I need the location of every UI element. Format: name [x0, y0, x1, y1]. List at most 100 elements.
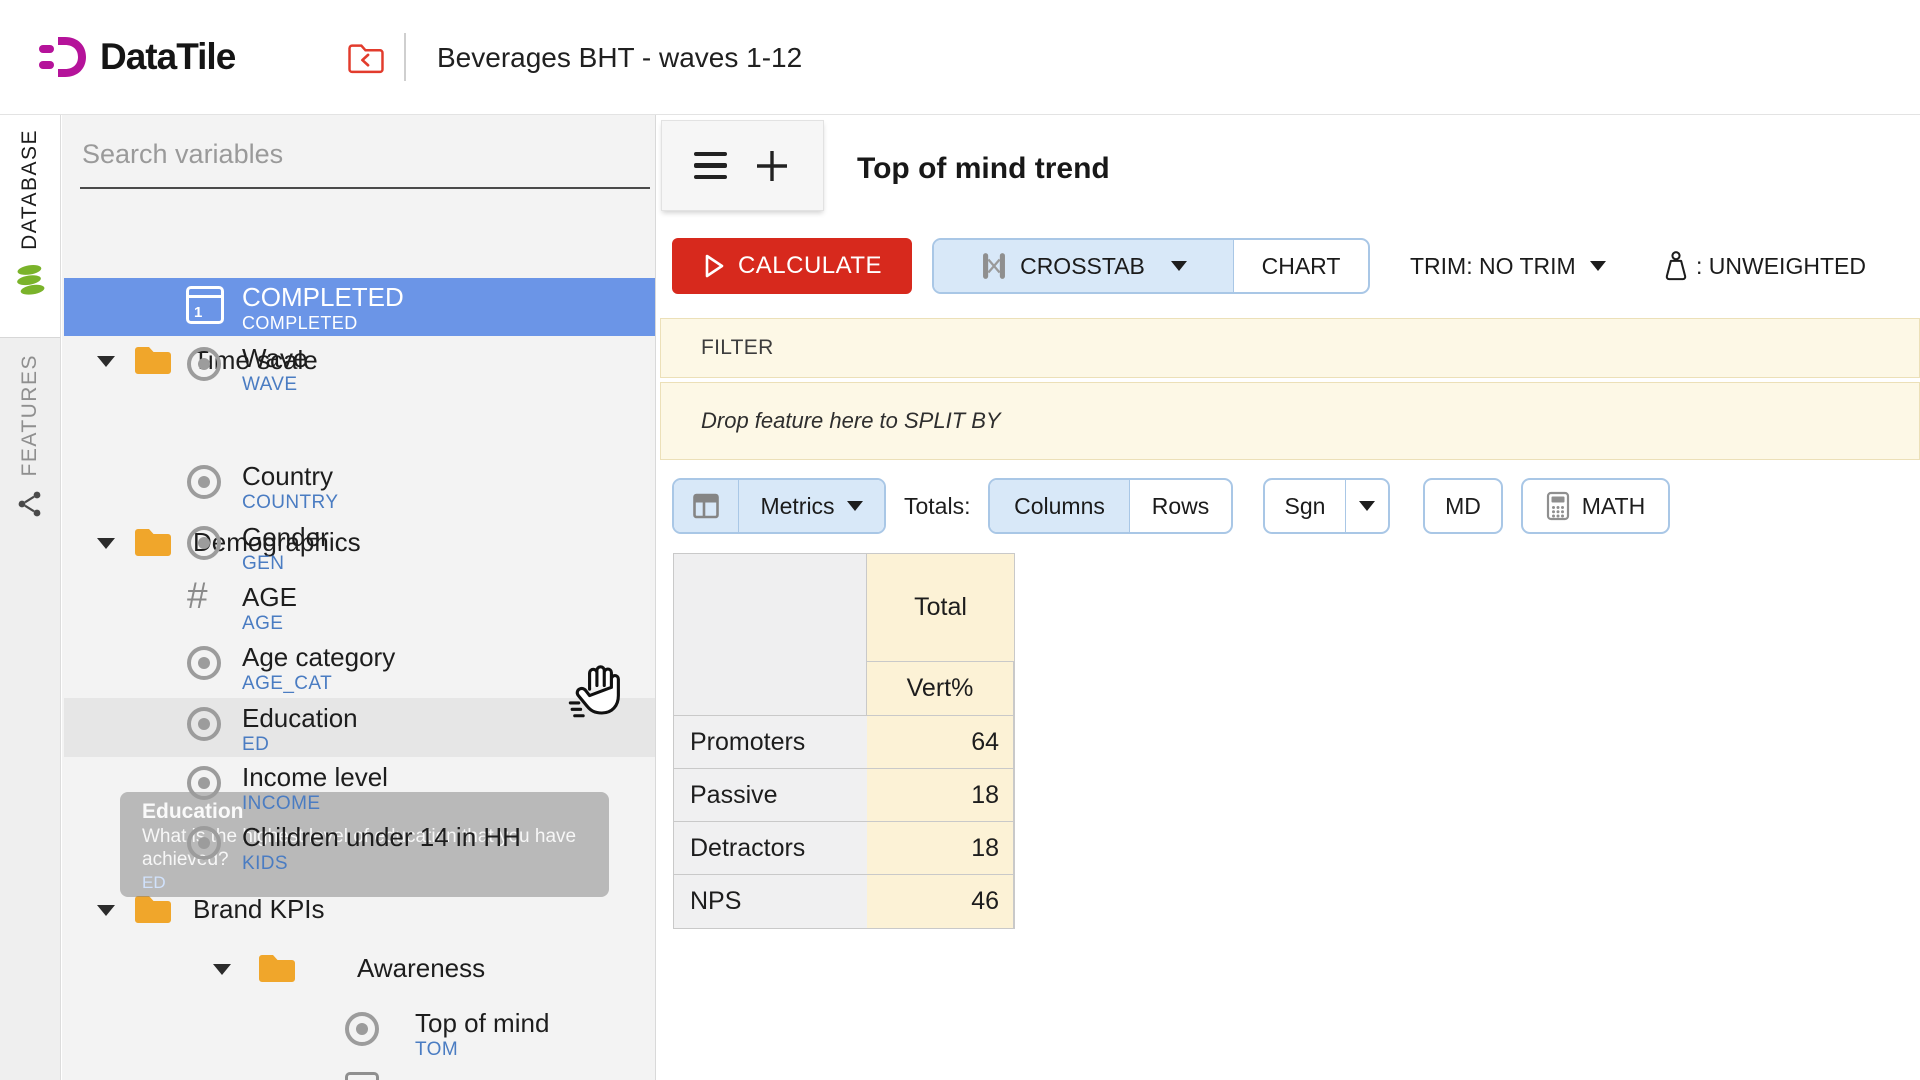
md-label: MD [1445, 493, 1481, 520]
sgn-button[interactable]: Sgn [1265, 480, 1346, 532]
chevron-down-icon[interactable] [97, 905, 115, 916]
tree-item-gender[interactable]: Gender GEN [64, 522, 656, 582]
brand-name: DataTile [100, 36, 235, 78]
calculate-label: CALCULATE [738, 252, 882, 280]
variable-code: ED [242, 734, 269, 756]
single-choice-icon [187, 766, 221, 800]
totals-rows-segment[interactable]: Rows [1130, 480, 1231, 532]
variable-code: COUNTRY [242, 492, 338, 514]
chart-segment[interactable]: CHART [1234, 240, 1368, 292]
chevron-down-icon[interactable] [213, 964, 231, 975]
menu-icon[interactable] [694, 152, 727, 180]
chevron-down-icon [847, 501, 863, 511]
table-row-label: NPS [674, 875, 867, 928]
totals-columns-segment[interactable]: Columns [990, 480, 1130, 532]
crosstab-segment[interactable]: CROSSTAB [934, 240, 1234, 292]
table-icon [692, 492, 720, 520]
variable-label: COMPLETED [242, 282, 404, 313]
rail-tab-features[interactable]: FEATURES [0, 337, 60, 584]
tree-folder-brand-kpis[interactable]: Brand KPIs [64, 892, 656, 936]
variable-code: GEN [242, 553, 284, 575]
variable-label: Gender [242, 522, 329, 553]
filter-drop-zone[interactable]: FILTER [660, 318, 1920, 378]
variable-code: INCOME [242, 793, 320, 815]
variable-code: AGE_CAT [242, 673, 332, 695]
add-tab-icon[interactable] [753, 147, 791, 185]
calculate-button[interactable]: CALCULATE [672, 238, 912, 294]
table-cell-value: 64 [867, 716, 1014, 769]
rail-tab-database[interactable]: DATABASE [0, 115, 60, 350]
database-icon [15, 264, 45, 296]
tree-item-unaided-awareness[interactable]: Unaided awareness [64, 1064, 656, 1080]
variable-code: WAVE [242, 374, 297, 396]
split-by-drop-zone[interactable]: Drop feature here to SPLIT BY [660, 382, 1920, 460]
md-button[interactable]: MD [1423, 478, 1503, 534]
variable-code: AGE [242, 613, 283, 635]
trim-dropdown[interactable]: TRIM: NO TRIM [1410, 238, 1606, 294]
weight-status[interactable]: : UNWEIGHTED [1662, 238, 1866, 294]
report-title: Top of mind trend [857, 152, 1110, 186]
table-corner-cell [674, 554, 867, 716]
metrics-dropdown[interactable]: Metrics [739, 480, 884, 532]
tree-item-children-under-14[interactable]: Children under 14 in HH KIDS [64, 822, 656, 882]
variable-label: Education [242, 703, 358, 734]
table-column-header: Total [867, 554, 1014, 662]
tree-item-country[interactable]: Country COUNTRY [64, 461, 656, 521]
variable-label: Wave [242, 343, 308, 374]
tree-item-wave[interactable]: Wave WAVE [64, 343, 656, 403]
variable-label: Country [242, 461, 333, 492]
results-table: Total Vert% Promoters 64 Passive 18 Detr… [673, 553, 1015, 929]
columns-label: Columns [1014, 493, 1105, 520]
variable-label: Unaided awareness [415, 1076, 645, 1080]
weight-label: : UNWEIGHTED [1696, 253, 1866, 280]
table-cell-value: 18 [867, 822, 1014, 875]
table-layout-button[interactable] [674, 480, 739, 532]
features-icon [17, 490, 43, 518]
weight-icon [1662, 249, 1690, 283]
sgn-dropdown[interactable] [1346, 480, 1388, 532]
view-mode-toggle: CROSSTAB CHART [932, 238, 1370, 294]
database-tab-label: DATABASE [18, 129, 42, 250]
left-rail: DATABASE FEATURES [0, 115, 61, 1080]
calculator-icon [1546, 491, 1570, 521]
tree-folder-awareness[interactable]: Awareness [64, 951, 656, 995]
report-tab-box [661, 120, 824, 211]
single-choice-icon [187, 826, 221, 860]
play-icon [702, 252, 726, 280]
project-title: Beverages BHT - waves 1-12 [437, 0, 802, 115]
variable-code: KIDS [242, 853, 288, 875]
tree-item-top-of-mind[interactable]: Top of mind TOM [64, 1008, 656, 1068]
variable-label: Children under 14 in HH [242, 822, 521, 853]
variable-label: Income level [242, 762, 388, 793]
app-window: DataTile Beverages BHT - waves 1-12 DATA… [0, 0, 1920, 1080]
topbar-divider [404, 33, 406, 81]
main-content: Top of mind trend CALCULATE CROSSTAB CHA… [657, 116, 1920, 1080]
variable-code: COMPLETED [242, 313, 358, 334]
math-label: MATH [1582, 493, 1645, 520]
variable-label: Top of mind [415, 1008, 549, 1039]
math-button[interactable]: MATH [1521, 478, 1670, 534]
significance-control: Sgn [1263, 478, 1390, 534]
features-tab-label: FEATURES [18, 354, 42, 476]
split-by-hint: Drop feature here to SPLIT BY [701, 408, 1001, 434]
chevron-down-icon[interactable] [1171, 261, 1187, 271]
numeric-hash-icon: # [187, 579, 208, 613]
tree-item-age[interactable]: # AGE AGE [64, 582, 656, 642]
tree-item-completed[interactable]: 1 COMPLETED COMPLETED [64, 278, 656, 336]
crosstab-label: CROSSTAB [1020, 253, 1145, 280]
datatile-logo-icon [38, 31, 90, 83]
brand-logo: DataTile [38, 31, 235, 83]
multi-choice-icon [345, 1072, 379, 1080]
search-underline [80, 187, 650, 189]
table-row-label: Passive [674, 769, 867, 822]
search-input[interactable] [80, 131, 644, 177]
variable-code: TOM [415, 1039, 458, 1061]
variable-label: AGE [242, 582, 297, 613]
totals-label: Totals: [904, 478, 970, 534]
drag-hand-cursor [563, 658, 629, 729]
table-row-label: Promoters [674, 716, 867, 769]
tree-item-income-level[interactable]: Income level INCOME [64, 762, 656, 822]
project-folder-back-icon[interactable] [346, 41, 386, 80]
single-choice-icon [187, 347, 221, 381]
folder-icon [133, 892, 173, 930]
